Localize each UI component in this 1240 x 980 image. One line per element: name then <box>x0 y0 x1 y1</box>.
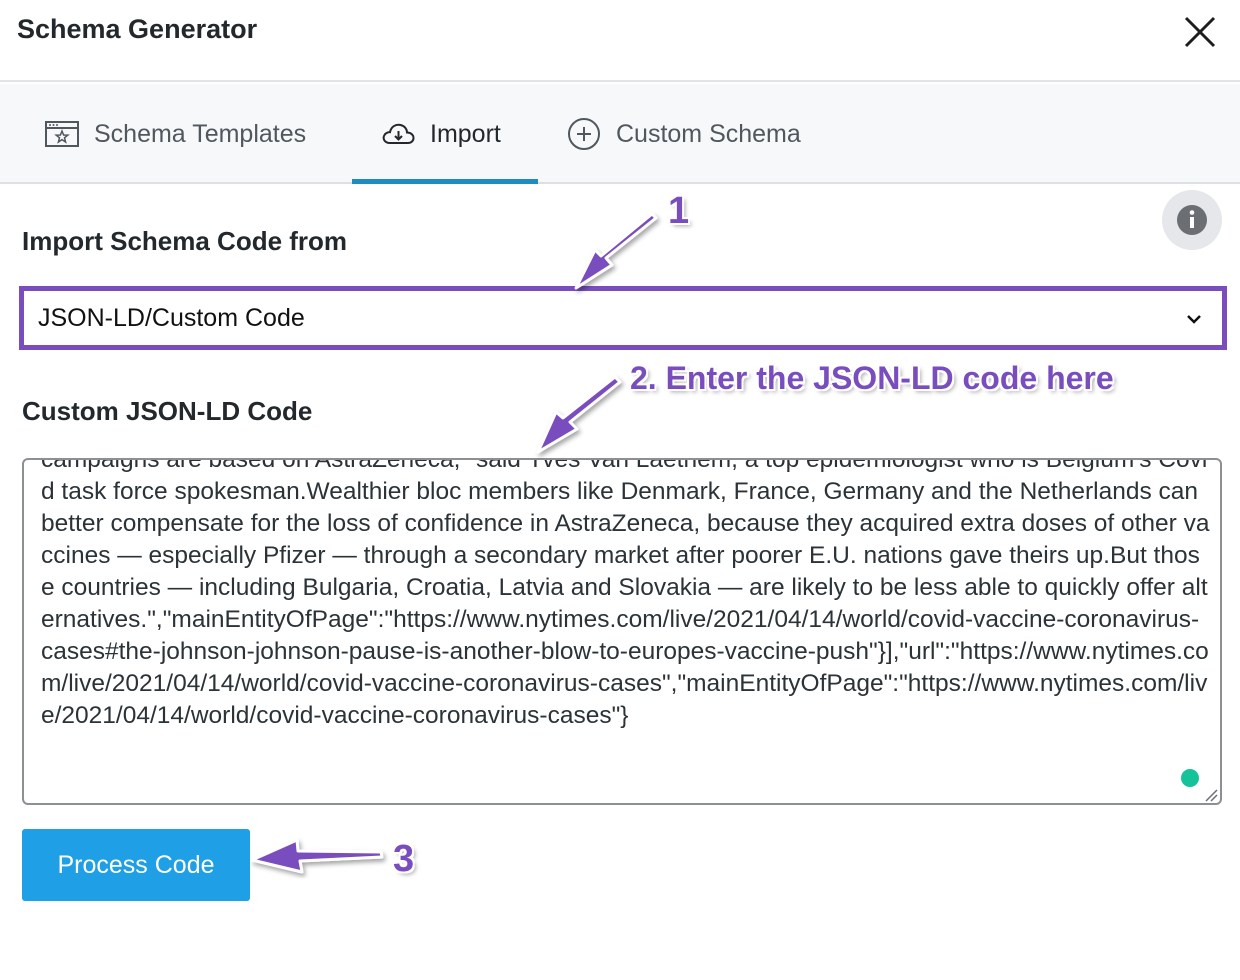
tab-bar: Schema Templates Import Custom Schema <box>0 84 1240 250</box>
import-source-label: Import Schema Code from <box>22 226 348 256</box>
import-source-value: JSON-LD/Custom Code <box>38 303 305 332</box>
tab-custom-schema[interactable]: Custom Schema <box>566 84 801 184</box>
arrow-2-icon <box>536 375 622 454</box>
active-tab-indicator <box>352 179 538 184</box>
close-icon[interactable] <box>1180 12 1220 52</box>
tab-label: Import <box>430 119 501 148</box>
chevron-down-icon <box>1187 315 1201 324</box>
modal-header: Schema Generator <box>0 0 1240 82</box>
tab-label: Schema Templates <box>94 119 307 148</box>
process-code-button[interactable]: Process Code <box>22 829 250 901</box>
annotation-step-2: 2. Enter the JSON-LD code here <box>630 360 1114 396</box>
info-icon <box>1177 205 1207 235</box>
tab-label: Custom Schema <box>616 119 801 148</box>
modal-title: Schema Generator <box>17 14 258 44</box>
plus-circle-icon <box>566 116 602 152</box>
annotation-step-3: 3 <box>393 838 415 880</box>
custom-code-textarea[interactable]: campaigns are based on AstraZeneca," sai… <box>22 458 1222 805</box>
info-button[interactable] <box>1162 190 1222 250</box>
grammar-checker-icon[interactable] <box>1181 769 1199 787</box>
cloud-download-icon <box>380 116 416 152</box>
schema-templates-icon <box>44 116 80 152</box>
arrow-1-icon <box>574 212 658 290</box>
import-source-select[interactable]: JSON-LD/Custom Code <box>19 286 1227 350</box>
resize-handle-icon[interactable] <box>1202 786 1218 802</box>
custom-code-content: campaigns are based on AstraZeneca," sai… <box>41 458 1210 729</box>
tab-schema-templates[interactable]: Schema Templates <box>44 84 306 184</box>
arrow-3-icon <box>250 838 384 874</box>
annotation-step-1: 1 <box>668 190 690 232</box>
tab-import[interactable]: Import <box>352 84 538 184</box>
custom-code-label: Custom JSON-LD Code <box>22 396 313 426</box>
